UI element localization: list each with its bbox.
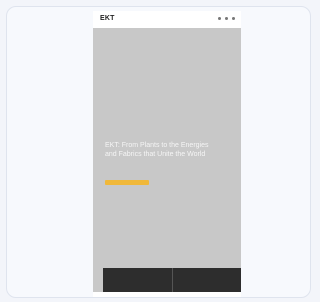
feature-tile[interactable] — [173, 268, 242, 292]
cookie-footer — [93, 292, 241, 297]
menu-icon[interactable] — [232, 17, 235, 20]
hero-cta-button[interactable] — [105, 180, 149, 185]
top-bar: EKT — [93, 11, 241, 28]
hero-headline: EKT: From Plants to the Energies and Fab… — [105, 142, 209, 158]
preview-card: EKT EKT: From Plants to the Energies and… — [6, 6, 311, 298]
mobile-preview: EKT EKT: From Plants to the Energies and… — [93, 11, 241, 297]
feature-tile[interactable] — [103, 268, 173, 292]
language-icon[interactable] — [225, 17, 228, 20]
header-icons — [218, 17, 235, 20]
logo[interactable]: EKT — [100, 15, 117, 22]
logo-text: EKT — [100, 15, 115, 22]
search-icon[interactable] — [218, 17, 221, 20]
feature-panel — [103, 268, 241, 292]
